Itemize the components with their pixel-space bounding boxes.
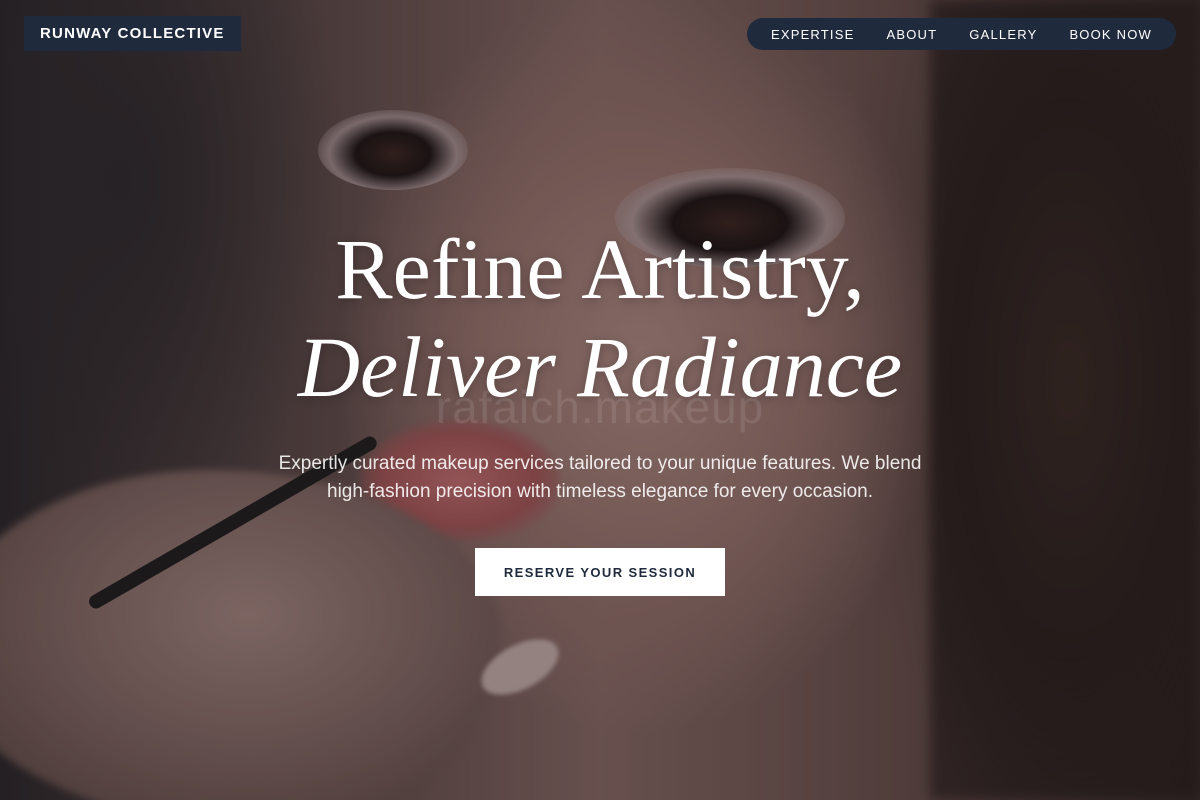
- main-nav: EXPERTISE ABOUT GALLERY BOOK NOW: [746, 18, 1176, 50]
- nav-item-book-now[interactable]: BOOK NOW: [1053, 27, 1168, 42]
- hero-subtext: Expertly curated makeup services tailore…: [278, 453, 922, 502]
- nav-item-gallery[interactable]: GALLERY: [953, 27, 1053, 42]
- headline-line-1: Refine Artistry,: [335, 221, 865, 317]
- nav-item-about[interactable]: ABOUT: [871, 27, 954, 42]
- nav-item-expertise[interactable]: EXPERTISE: [755, 27, 871, 42]
- hero-headline: Refine Artistry, Deliver Radiance: [0, 220, 1200, 416]
- hero-content: Refine Artistry, Deliver Radiance Expert…: [0, 220, 1200, 596]
- hero-section: rafaich.makeup RUNWAY COLLECTIVE EXPERTI…: [0, 0, 1200, 800]
- reserve-session-button[interactable]: RESERVE YOUR SESSION: [475, 548, 725, 596]
- headline-line-2: Deliver Radiance: [297, 319, 903, 415]
- brand-logo[interactable]: RUNWAY COLLECTIVE: [24, 16, 241, 51]
